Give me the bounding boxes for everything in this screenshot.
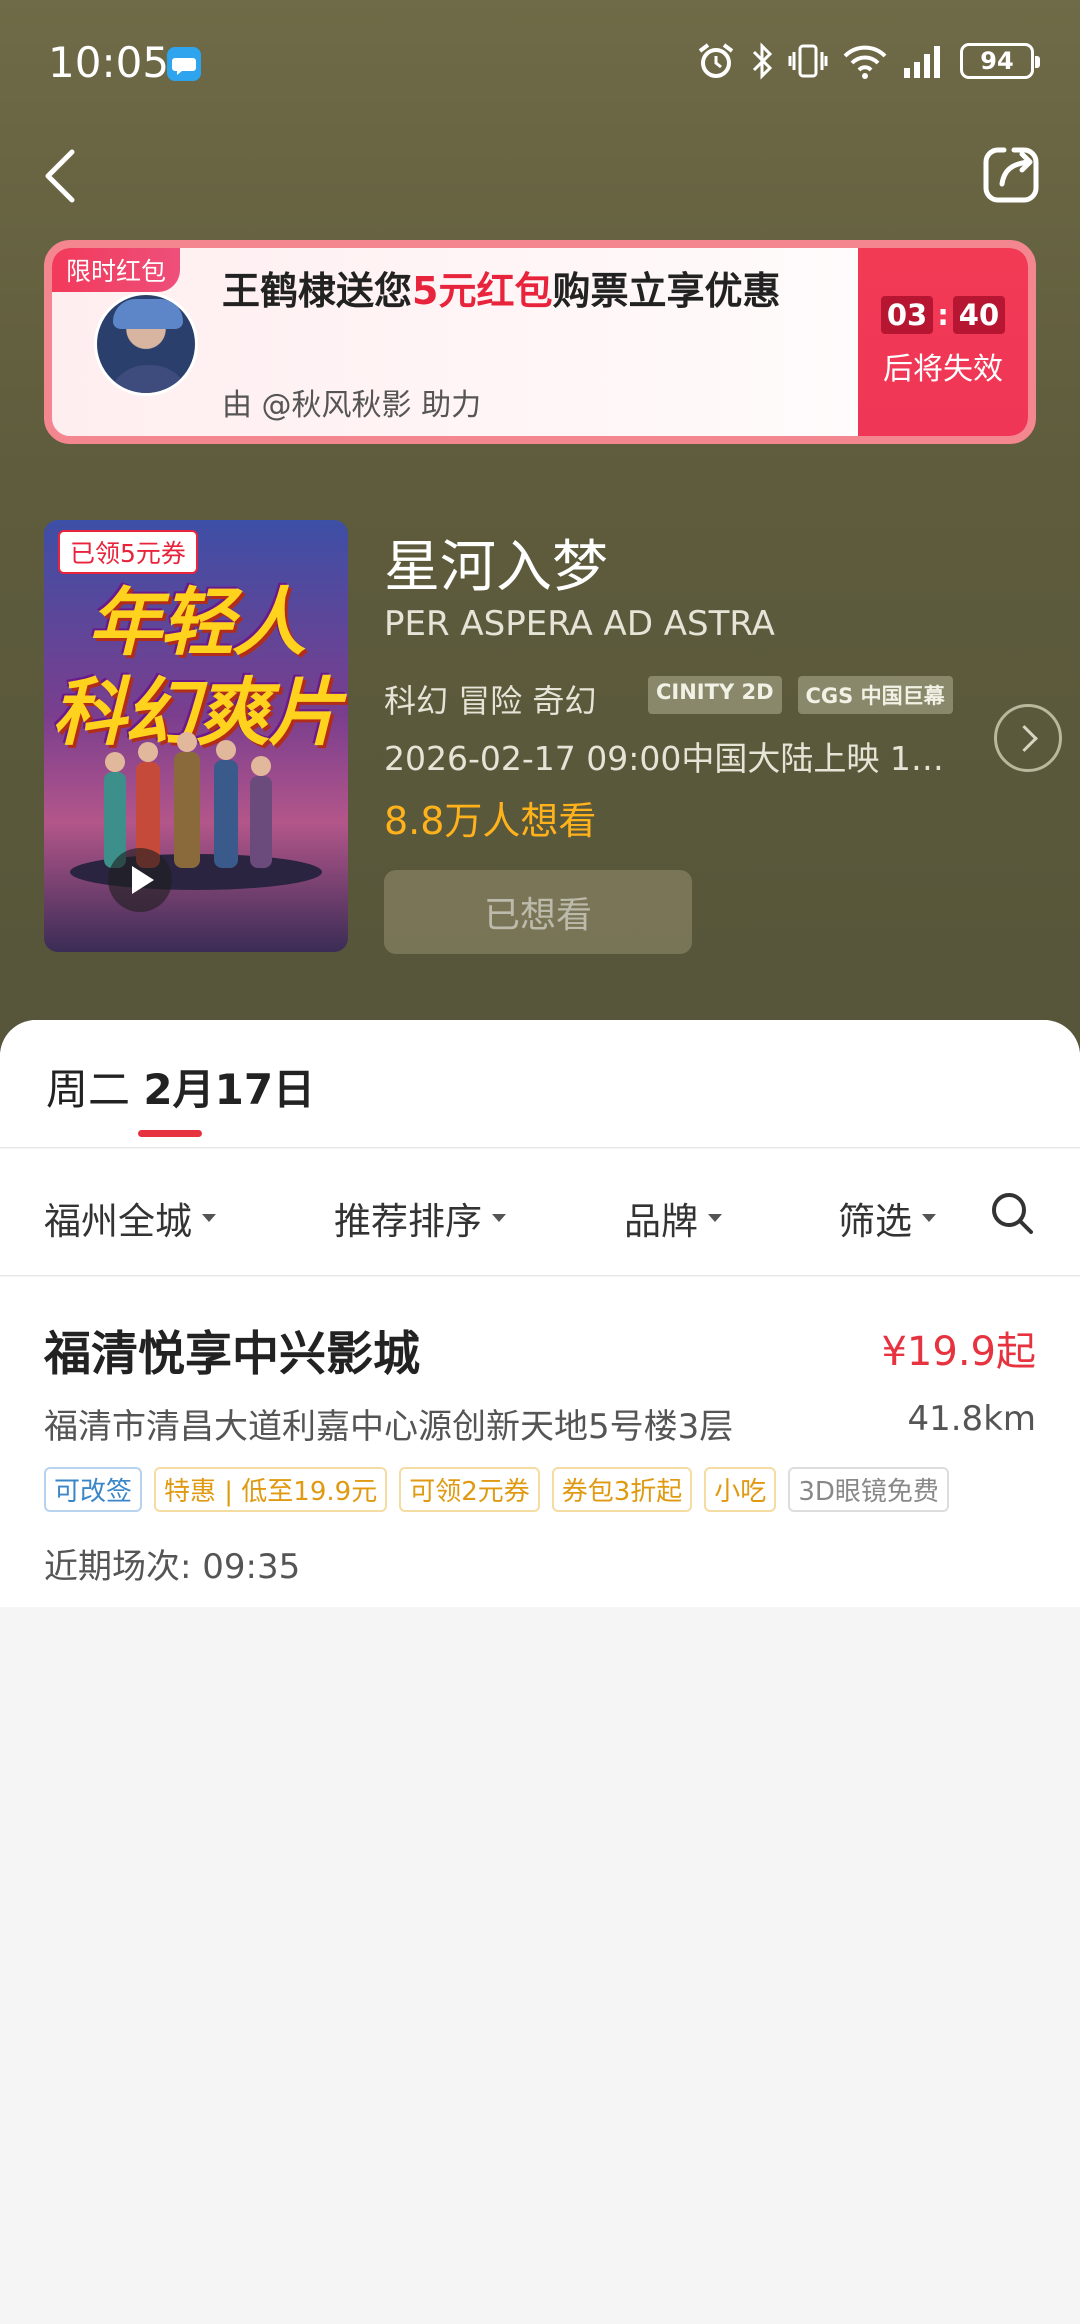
battery-indicator: 94 [960, 43, 1040, 79]
alarm-icon [698, 43, 734, 78]
poster-coupon-tag: 已领5元券 [58, 530, 198, 574]
coupon-tag: 限时红包 [52, 248, 181, 292]
share-button[interactable] [978, 142, 1044, 208]
cinema-name: 福清悦享中兴影城 [44, 1327, 420, 1382]
want-count: 8.8万人想看 [384, 799, 597, 843]
format-tag-cinity: CINITY 2D [648, 676, 782, 714]
cinema-price: ¥19.9起 [881, 1329, 1036, 1375]
wifi-icon [843, 45, 887, 79]
coupon-helper-text: 由 @秋风秋影 助力 [222, 388, 482, 423]
recent-showtimes: 近期场次: 09:35 [44, 1547, 301, 1587]
signal-icon [904, 46, 940, 78]
date-tab-indicator [138, 1130, 202, 1137]
countdown-label: 后将失效 [883, 352, 1003, 387]
movie-poster[interactable]: 已领5元券 年轻人 科幻爽片 [44, 520, 348, 952]
coupon-amount: 5元红包 [412, 269, 553, 313]
coupon-message: 王鹤棣送您5元红包购票立享优惠 [222, 269, 781, 313]
status-icons: 94 [696, 42, 1040, 80]
search-icon[interactable] [990, 1191, 1034, 1235]
cinema-list-item[interactable]: 福清悦享中兴影城 ¥19.9起 福清市清昌大道利嘉中心源创新天地5号楼3层 41… [0, 1277, 1080, 1607]
status-bar: 10:05 94 [0, 0, 1080, 130]
countdown-timer: 03 : 40 后将失效 [858, 248, 1028, 436]
bluetooth-icon [752, 42, 773, 80]
cinema-address: 福清市清昌大道利嘉中心源创新天地5号楼3层 [44, 1407, 734, 1447]
movie-title: 星河入梦 [384, 535, 608, 600]
tag-3d-glasses: 3D眼镜免费 [788, 1467, 949, 1512]
tag-coupon: 可领2元券 [399, 1467, 540, 1512]
tag-special-price: 特惠 | 低至19.9元 [154, 1467, 388, 1512]
caret-down-icon [202, 1214, 216, 1222]
filter-sort[interactable]: 推荐排序 [334, 1191, 506, 1245]
filter-city[interactable]: 福州全城 [44, 1191, 216, 1245]
back-button[interactable] [30, 140, 100, 210]
date-tab-selected[interactable]: 周二 2月17日 [46, 1056, 315, 1117]
caret-down-icon [922, 1214, 936, 1222]
poster-title: 年轻人 科幻爽片 [52, 580, 342, 756]
movie-detail-chevron-icon[interactable] [994, 704, 1062, 772]
countdown-minutes: 03 [880, 296, 934, 334]
poster-figures [70, 732, 322, 890]
want-to-watch-button[interactable]: 已想看 [384, 870, 692, 954]
movie-genre: 科幻 冒险 奇幻 [384, 682, 597, 720]
caret-down-icon [708, 1214, 722, 1222]
avatar [94, 292, 198, 396]
countdown-seconds: 40 [952, 296, 1006, 334]
status-time: 10:05 [48, 38, 170, 87]
movie-title-english: PER ASPERA AD ASTRA [384, 604, 775, 644]
vibrate-icon [788, 44, 828, 78]
filter-bar: 福州全城 推荐排序 品牌 筛选 [0, 1149, 1080, 1276]
cinema-tags: 可改签 特惠 | 低至19.9元 可领2元券 券包3折起 小吃 3D眼镜免费 [44, 1467, 949, 1512]
message-notification-icon [167, 47, 201, 81]
play-trailer-icon[interactable] [108, 848, 172, 912]
date-tabs: 周二 2月17日 [0, 1020, 1080, 1148]
release-info: 2026-02-17 09:00中国大陆上映 11… [384, 739, 964, 778]
filter-more[interactable]: 筛选 [838, 1191, 936, 1245]
tag-coupon-pack: 券包3折起 [551, 1467, 693, 1512]
format-tag-cgs: CGS 中国巨幕 [797, 676, 953, 714]
red-packet-banner[interactable]: 限时红包 王鹤棣送您5元红包购票立享优惠 由 @秋风秋影 助力 03 : 40 … [44, 240, 1036, 444]
format-tags: CINITY 2D CGS 中国巨幕 [648, 676, 953, 714]
filter-brand[interactable]: 品牌 [624, 1191, 722, 1245]
caret-down-icon [492, 1214, 506, 1222]
tag-refundable: 可改签 [44, 1467, 143, 1512]
tag-snacks: 小吃 [704, 1467, 777, 1512]
cinema-distance: 41.8km [907, 1399, 1036, 1439]
cinema-list-sheet: 周二 2月17日 福州全城 推荐排序 品牌 筛选 福清悦享中兴影城 ¥19.9起… [0, 1020, 1080, 2324]
